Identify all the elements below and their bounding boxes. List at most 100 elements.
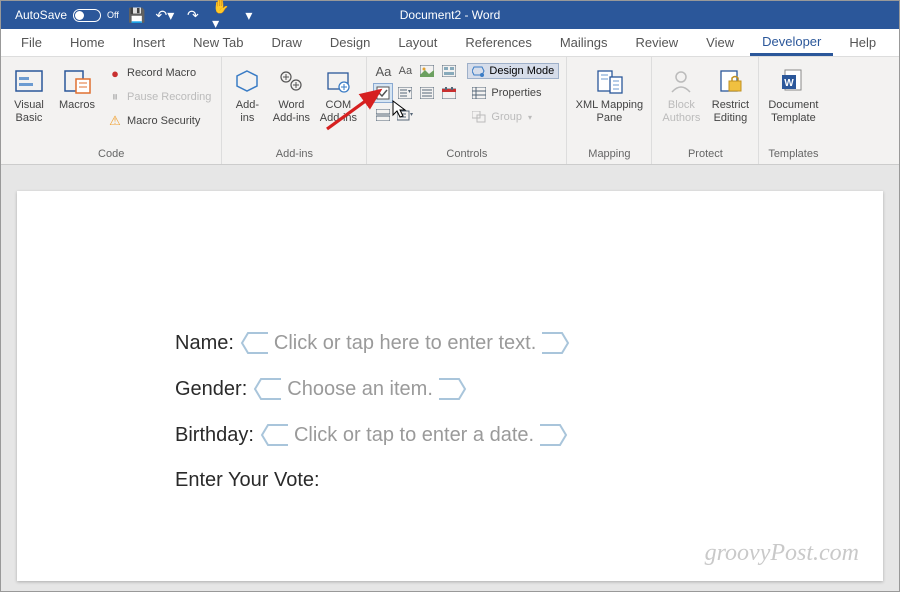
gender-label: Gender:	[175, 378, 247, 401]
com-addins-icon	[322, 65, 354, 97]
vote-label: Enter Your Vote:	[175, 469, 320, 492]
group-protect: Block Authors Restrict Editing Protect	[652, 57, 759, 164]
touch-mode-icon[interactable]: ✋▾	[213, 7, 229, 23]
birthday-content-control[interactable]: Click or tap to enter a date.	[260, 423, 568, 447]
name-label: Name:	[175, 332, 234, 355]
tab-layout[interactable]: Layout	[386, 29, 449, 56]
tab-review[interactable]: Review	[624, 29, 691, 56]
bracket-left-icon	[260, 423, 290, 447]
autosave-state: Off	[107, 10, 119, 20]
name-content-control[interactable]: Click or tap here to enter text.	[240, 331, 570, 355]
group-templates: W Document Template Templates	[759, 57, 827, 164]
tab-home[interactable]: Home	[58, 29, 117, 56]
customize-qat-icon[interactable]: ▾	[241, 7, 257, 23]
field-name: Name: Click or tap here to enter text.	[175, 331, 883, 355]
bracket-left-icon	[240, 331, 270, 355]
visual-basic-icon	[13, 65, 45, 97]
pause-recording-label: Pause Recording	[127, 91, 211, 103]
document-area: Name: Click or tap here to enter text. G…	[1, 165, 899, 591]
document-template-icon: W	[777, 65, 809, 97]
tab-mailings[interactable]: Mailings	[548, 29, 620, 56]
document-template-button[interactable]: W Document Template	[765, 61, 821, 145]
addins-icon	[231, 65, 263, 97]
group-code-label: Code	[7, 146, 215, 164]
gender-placeholder: Choose an item.	[283, 378, 437, 401]
properties-button[interactable]: Properties	[467, 83, 559, 103]
record-macro-label: Record Macro	[127, 67, 196, 79]
repeating-control-icon[interactable]	[373, 105, 393, 125]
tab-view[interactable]: View	[694, 29, 746, 56]
titlebar: AutoSave Off 💾 ↶▾ ↷ ✋▾ ▾ Document2 - Wor…	[1, 1, 899, 29]
xml-mapping-icon	[593, 65, 625, 97]
picture-control-icon[interactable]	[417, 61, 437, 81]
autosave-label: AutoSave	[15, 8, 67, 22]
word-addins-button[interactable]: Word Add-ins	[270, 61, 312, 145]
design-mode-button[interactable]: Design Mode	[467, 63, 559, 79]
macro-security-button[interactable]: ⚠ Macro Security	[103, 111, 215, 131]
macros-icon	[61, 65, 93, 97]
save-icon[interactable]: 💾	[129, 7, 145, 23]
macros-label: Macros	[59, 99, 95, 112]
dropdown-control-icon[interactable]	[417, 83, 437, 103]
richtext-control-icon[interactable]: Aa	[373, 61, 393, 81]
checkbox-control-icon[interactable]	[373, 83, 393, 103]
word-addins-icon	[275, 65, 307, 97]
block-authors-button: Block Authors	[658, 61, 704, 145]
plaintext-control-icon[interactable]: Aa	[395, 61, 415, 81]
svg-text:W: W	[785, 78, 795, 89]
document-page[interactable]: Name: Click or tap here to enter text. G…	[17, 191, 883, 581]
group-code: Visual Basic Macros ● Record Macro ⏸ Pause…	[1, 57, 222, 164]
combobox-control-icon[interactable]	[395, 83, 415, 103]
tab-references[interactable]: References	[453, 29, 543, 56]
redo-icon[interactable]: ↷	[185, 7, 201, 23]
block-authors-icon	[665, 65, 697, 97]
group-controls: Aa Aa Design Mode Propertie	[367, 57, 567, 164]
watermark: groovyPost.com	[705, 540, 859, 567]
warning-icon: ⚠	[107, 113, 123, 129]
pause-icon: ⏸	[107, 89, 123, 105]
group-mapping-label: Mapping	[573, 146, 645, 164]
undo-icon[interactable]: ↶▾	[157, 7, 173, 23]
bracket-right-icon	[538, 423, 568, 447]
record-macro-button[interactable]: ● Record Macro	[103, 63, 215, 83]
ribbon-tabs: File Home Insert New Tab Draw Design Lay…	[1, 29, 899, 57]
bracket-left-icon	[253, 377, 283, 401]
tab-design[interactable]: Design	[318, 29, 382, 56]
restrict-editing-button[interactable]: Restrict Editing	[708, 61, 752, 145]
xml-mapping-button[interactable]: XML Mapping Pane	[573, 61, 645, 145]
visual-basic-button[interactable]: Visual Basic	[7, 61, 51, 145]
tab-help[interactable]: Help	[837, 29, 888, 56]
properties-icon	[471, 85, 487, 101]
legacy-tools-icon[interactable]	[395, 105, 415, 125]
restrict-editing-label: Restrict Editing	[712, 99, 749, 125]
tab-file[interactable]: File	[9, 29, 54, 56]
name-placeholder: Click or tap here to enter text.	[270, 332, 540, 355]
record-icon: ●	[107, 65, 123, 81]
tab-draw[interactable]: Draw	[260, 29, 314, 56]
properties-label: Properties	[491, 87, 541, 99]
field-gender: Gender: Choose an item.	[175, 377, 883, 401]
toggle-switch-icon	[73, 9, 101, 22]
addins-button[interactable]: Add- ins	[228, 61, 266, 145]
tab-developer[interactable]: Developer	[750, 29, 833, 56]
tab-insert[interactable]: Insert	[121, 29, 178, 56]
ribbon: Visual Basic Macros ● Record Macro ⏸ Pause…	[1, 57, 899, 165]
group-mapping: XML Mapping Pane Mapping	[567, 57, 652, 164]
gender-content-control[interactable]: Choose an item.	[253, 377, 467, 401]
xml-mapping-label: XML Mapping Pane	[576, 99, 643, 125]
group-addins-label: Add-ins	[228, 146, 360, 164]
autosave-toggle[interactable]: AutoSave Off	[15, 8, 119, 22]
tab-newtab[interactable]: New Tab	[181, 29, 255, 56]
field-vote: Enter Your Vote:	[175, 469, 883, 492]
macros-button[interactable]: Macros	[55, 61, 99, 145]
datepicker-control-icon[interactable]	[439, 83, 459, 103]
bracket-right-icon	[437, 377, 467, 401]
com-addins-button[interactable]: COM Add-ins	[316, 61, 360, 145]
macro-security-label: Macro Security	[127, 115, 200, 127]
document-template-label: Document Template	[768, 99, 818, 125]
visual-basic-label: Visual Basic	[14, 99, 44, 125]
controls-row3	[373, 105, 459, 125]
com-addins-label: COM Add-ins	[320, 99, 357, 125]
group-button: Group▾	[467, 107, 559, 127]
buildingblock-control-icon[interactable]	[439, 61, 459, 81]
